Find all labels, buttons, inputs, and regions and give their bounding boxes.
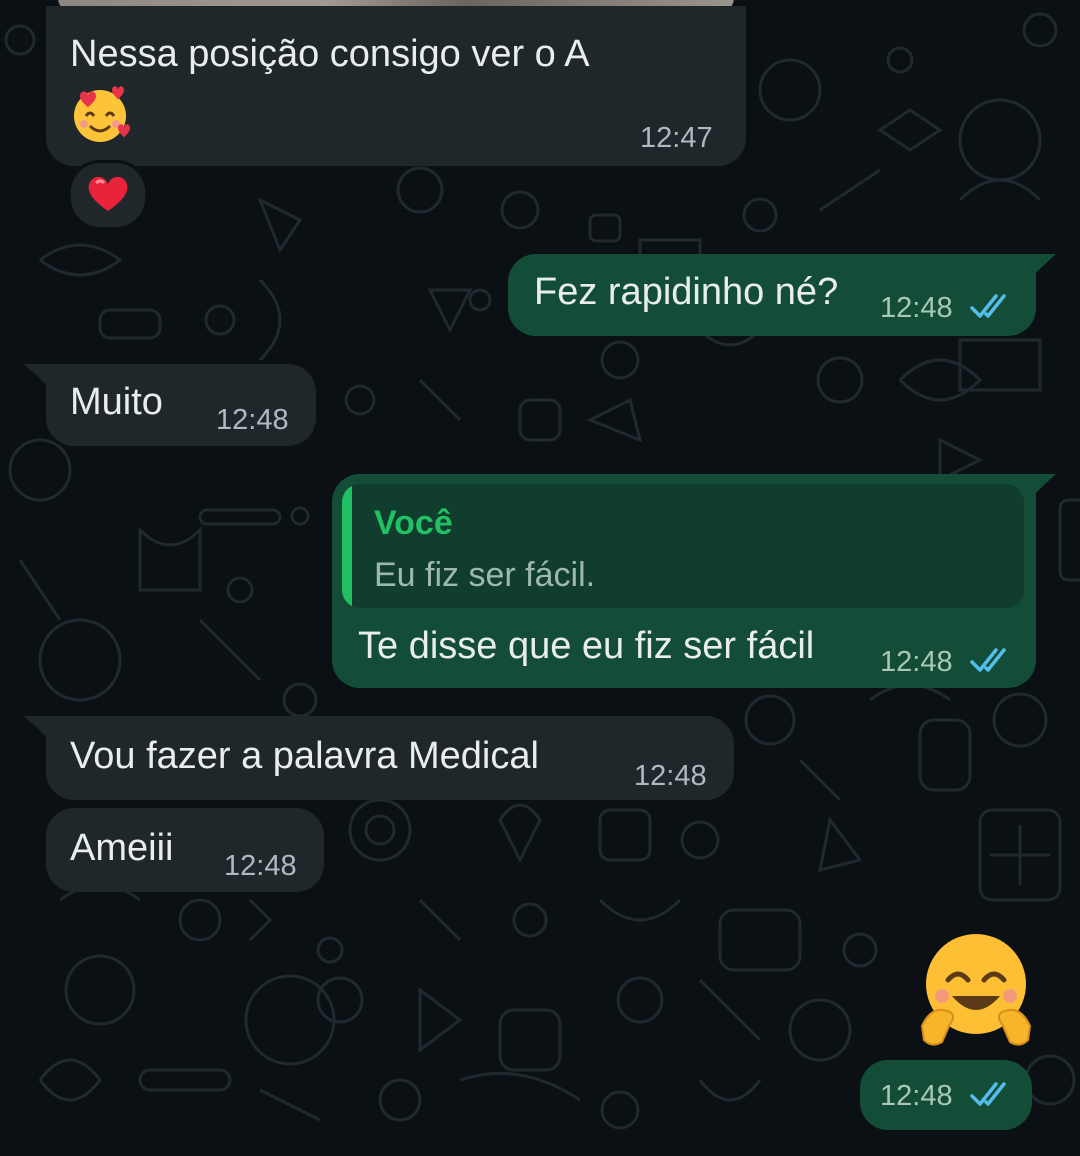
red-heart-icon	[86, 173, 130, 218]
message-text: Nessa posição consigo ver o A	[70, 33, 590, 75]
message-text: Muito	[70, 381, 163, 423]
quote-accent-bar	[342, 484, 352, 608]
message-bubble-outgoing[interactable]: Você Eu fiz ser fácil. Te disse que eu f…	[332, 474, 1036, 688]
message-time: 12:48	[880, 1080, 953, 1112]
message-text: Te disse que eu fiz ser fácil	[358, 625, 815, 667]
message-time: 12:47	[640, 122, 713, 154]
message-time: 12:48	[224, 850, 297, 882]
message-time: 12:48	[216, 404, 289, 436]
read-receipt-icon	[970, 1082, 1006, 1106]
bubble-tail-incoming	[24, 716, 50, 740]
message-text: Ameiii	[70, 827, 174, 869]
message-text: Vou fazer a palavra Medical	[70, 735, 539, 777]
read-receipt-icon	[970, 294, 1006, 318]
bubble-tail-outgoing	[1030, 254, 1056, 278]
quoted-message[interactable]: Você Eu fiz ser fácil.	[342, 484, 1024, 608]
smiling-face-with-hearts-icon	[70, 84, 130, 144]
message-bubble-outgoing[interactable]: 12:48	[860, 1060, 1032, 1130]
message-time: 12:48	[880, 646, 953, 678]
message-bubble-outgoing[interactable]: Fez rapidinho né? 12:48	[508, 254, 1036, 336]
message-bubble-incoming[interactable]: Vou fazer a palavra Medical 12:48	[46, 716, 734, 800]
message-text: Fez rapidinho né?	[534, 271, 839, 313]
message-reaction[interactable]	[68, 160, 148, 230]
message-time: 12:48	[880, 292, 953, 324]
message-bubble-incoming[interactable]: Nessa posição consigo ver o A 12:47	[46, 6, 746, 166]
bubble-tail-outgoing	[1030, 474, 1056, 498]
hugging-face-icon[interactable]	[916, 930, 1036, 1050]
message-time: 12:48	[634, 760, 707, 792]
message-bubble-incoming[interactable]: Ameiii 12:48	[46, 808, 324, 892]
read-receipt-icon	[970, 648, 1006, 672]
chat-area[interactable]: Nessa posição consigo ver o A 12:47 Fez …	[0, 0, 1080, 1156]
quote-text: Eu fiz ser fácil.	[374, 556, 596, 594]
message-bubble-incoming[interactable]: Muito 12:48	[46, 364, 316, 446]
quote-author: Você	[374, 504, 453, 542]
bubble-tail-incoming	[24, 364, 50, 388]
